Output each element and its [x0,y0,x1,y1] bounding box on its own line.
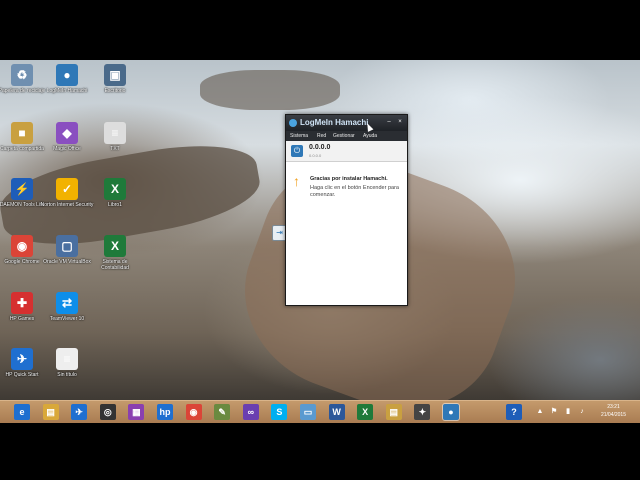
wallpaper-rock [200,70,340,110]
hp-quick-start-icon: ✈ [11,348,33,370]
desktop-icon-label: Sistema de Contabilidad [101,259,129,271]
recycle-bin-icon: ♻ [11,64,33,86]
hp-icon[interactable]: hp [157,404,173,420]
excel-icon: X [104,178,126,200]
ip-address: 0.0.0.0 [309,144,331,151]
desktop-icon-label: Escritorio [104,88,126,94]
hamachi-icon[interactable]: ● [442,403,460,421]
office-icon: ◆ [56,122,78,144]
desktop-icon[interactable]: ● LogMeIn Hamachi [40,64,94,94]
desktop-icon[interactable]: X Libro1 [88,178,142,208]
menu-ayuda[interactable]: Ayuda [363,133,377,139]
status-panel: ⏻ 0.0.0.0 0.0.0.0 [286,141,407,162]
document-icon: ≡ [104,122,126,144]
chrome-icon: ◉ [11,235,33,257]
computer-icon: ▣ [104,64,126,86]
notes-icon[interactable]: ▭ [300,404,316,420]
close-icon[interactable]: × [396,119,404,126]
ip-subtext: 0.0.0.0 [309,153,322,158]
help-icon[interactable]: ? [506,404,522,420]
excel-icon: X [104,235,126,257]
hamachi-logo-icon [289,119,297,127]
desktop-icon[interactable]: ▢ Oracle VM VirtualBox [40,235,94,265]
taskbar: e ▤ ✈ ◎ ▦ hp ◉ ✎ ∞ S ▭ W X ▤ ✦ ● ? ▲ ⚑ ▮ ♪ 23:21 21/04/… [0,400,640,423]
photo-icon[interactable]: ▦ [128,404,145,420]
desktop-icon[interactable]: ✓ Norton Internet Security [40,178,94,208]
menu-bar: Sistema Red Gestionar Ayuda [286,131,407,141]
window-title: LogMeIn Hamachi [300,118,369,127]
desktop-icon-label: LogMeIn Hamachi [46,88,88,94]
clock-time: 23:21 [607,404,620,410]
folder-icon[interactable]: ▤ [385,404,402,420]
chrome-icon[interactable]: ◉ [185,404,202,420]
excel-icon[interactable]: X [357,404,374,420]
desktop-icon[interactable]: ▣ Escritorio [88,64,142,94]
welcome-body: Haga clic en el botón Encender para come… [310,185,399,198]
word-icon[interactable]: W [328,404,345,420]
arrow-up-icon: ↑ [293,173,300,189]
folder-icon: ■ [11,122,33,144]
desktop-icon[interactable]: ≡ Sin título [40,348,94,378]
internet-explorer-icon[interactable]: e [14,404,30,420]
hamachi-icon: ● [56,64,78,86]
menu-red[interactable]: Red [317,133,326,139]
media-icon[interactable]: ◎ [99,404,116,420]
tray-volume-icon[interactable]: ♪ [574,404,590,420]
visual-studio-icon[interactable]: ∞ [242,404,259,420]
file-explorer-icon[interactable]: ▤ [42,404,59,420]
skype-icon[interactable]: S [271,404,288,420]
tools-icon[interactable]: ✎ [214,404,231,420]
clock-date: 21/04/2015 [600,412,626,418]
hp-games-icon: ✚ [11,292,33,314]
minimize-icon[interactable]: – [385,119,393,126]
hp-quick-start-icon[interactable]: ✈ [71,404,88,420]
desktop-icon-label: Sin título [57,372,77,378]
menu-sistema[interactable]: Sistema [290,133,308,139]
menu-gestionar[interactable]: Gestionar [333,133,355,139]
document-icon: ≡ [56,348,78,370]
desktop-icon-label: Norton Internet Security [40,202,94,208]
game-icon[interactable]: ✦ [414,404,431,420]
desktop-icon[interactable]: ⇄ TeamViewer 10 [40,292,94,322]
teamviewer-icon: ⇄ [56,292,78,314]
virtualbox-icon: ▢ [56,235,78,257]
welcome-title: Gracias por instalar Hamachi. [310,176,388,182]
desktop-icon[interactable]: ≡ TXT [88,122,142,152]
screen: ♻ Papelera de reciclaje ● LogMeIn Hamachi ▣ E… [0,0,640,480]
desktop-icon-label: Libro1 [108,202,122,208]
power-button[interactable]: ⏻ [291,145,303,157]
desktop-icon[interactable]: X Sistema de Contabilidad [88,235,142,271]
desktop-icon-label: Oracle VM VirtualBox [43,259,91,265]
daemon-tools-icon: ⚡ [11,178,33,200]
desktop-icon-label: TeamViewer 10 [49,316,85,322]
desktop-icon-label: TXT [110,146,120,152]
desktop-icon-label: Magic Office [53,146,81,152]
clock[interactable]: 23:21 21/04/2015 [601,403,626,419]
title-bar[interactable]: LogMeIn Hamachi – × [286,115,407,131]
norton-icon: ✓ [56,178,78,200]
desktop-icon[interactable]: ◆ Magic Office [40,122,94,152]
hamachi-window: LogMeIn Hamachi – × Sistema Red Gestiona… [285,114,408,306]
